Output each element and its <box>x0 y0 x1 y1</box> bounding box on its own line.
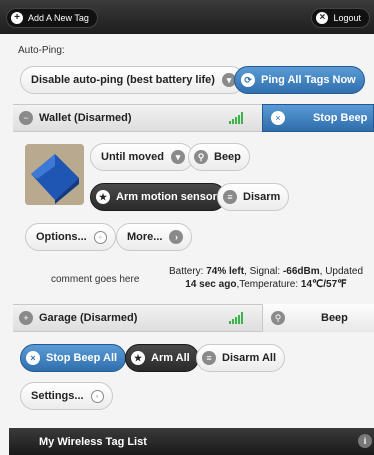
disarm-icon: ≡ <box>202 351 216 365</box>
close-icon: × <box>26 351 40 365</box>
footer-title: My Wireless Tag List <box>39 435 147 448</box>
temperature-prefix: ,Temperature: <box>236 279 301 290</box>
logout-button[interactable]: × Logout <box>311 8 370 28</box>
battery-prefix: Battery: <box>168 266 207 277</box>
tag-row-garage[interactable]: + Garage (Disarmed) ⚲ Beep <box>13 304 374 332</box>
close-icon: × <box>316 12 329 24</box>
more-label: More... <box>127 231 163 243</box>
tag-photo <box>25 144 84 205</box>
arm-motion-sensor-label: Arm motion sensor <box>116 191 217 203</box>
beep-button[interactable]: ⚲ Beep <box>188 143 250 171</box>
logout-label: Logout <box>333 13 361 23</box>
garage-beep-label: Beep <box>321 312 348 324</box>
temperature-value: 14℃/57℉ <box>300 279 347 290</box>
star-icon: ★ <box>131 351 145 365</box>
tag-comment: comment goes here <box>51 274 140 285</box>
refresh-icon: ⟳ <box>241 73 255 87</box>
beep-label: Beep <box>214 151 241 163</box>
ping-all-tags-label: Ping All Tags Now <box>261 74 356 86</box>
tag-name-garage: Garage (Disarmed) <box>39 312 138 324</box>
until-moved-label: Until moved <box>101 151 164 163</box>
disarm-icon: ≡ <box>223 190 237 204</box>
signal-strength-icon <box>229 312 243 324</box>
top-toolbar: + Add A New Tag × Logout <box>0 0 374 34</box>
stop-beep-label: Stop Beep <box>313 112 368 124</box>
arm-all-button[interactable]: ★ Arm All <box>125 344 199 372</box>
updated-prefix: , Updated <box>319 266 364 277</box>
garage-beep-button[interactable]: ⚲ Beep <box>262 304 374 332</box>
tag-name-wallet: Wallet (Disarmed) <box>39 112 132 124</box>
until-moved-select[interactable]: Until moved ▾ <box>90 143 194 171</box>
footer-bar: My Wireless Tag List i <box>9 428 374 455</box>
settings-button[interactable]: Settings... ◦ <box>20 382 113 410</box>
signal-prefix: , Signal: <box>244 266 283 277</box>
minus-circle-icon[interactable]: − <box>19 111 33 125</box>
signal-strength-icon <box>229 112 243 124</box>
chevron-right-icon: › <box>169 230 184 244</box>
autoping-label: Auto-Ping: <box>18 45 65 56</box>
plus-icon: + <box>11 12 23 24</box>
disarm-all-button[interactable]: ≡ Disarm All <box>196 344 286 372</box>
arm-all-label: Arm All <box>151 352 190 364</box>
search-icon: ⚲ <box>271 311 285 325</box>
options-label: Options... <box>36 231 87 243</box>
disarm-button[interactable]: ≡ Disarm <box>217 183 290 211</box>
ping-all-tags-button[interactable]: ⟳ Ping All Tags Now <box>234 66 365 94</box>
add-new-tag-label: Add A New Tag <box>28 13 89 23</box>
tag-status-text: Battery: 74% left, Signal: -66dBm, Updat… <box>166 265 366 291</box>
disable-autoping-select[interactable]: Disable auto-ping (best battery life) ▾ <box>20 66 245 94</box>
star-icon: ★ <box>96 190 110 204</box>
stop-beep-all-label: Stop Beep All <box>46 352 118 364</box>
tag-row-wallet[interactable]: − Wallet (Disarmed) × Stop Beep <box>13 104 374 132</box>
battery-value: 74% left <box>206 266 245 277</box>
disarm-label: Disarm <box>243 191 281 203</box>
settings-label: Settings... <box>31 390 84 402</box>
updated-value: 14 sec ago <box>185 279 237 290</box>
info-icon[interactable]: i <box>358 434 372 448</box>
stop-beep-all-button[interactable]: × Stop Beep All <box>20 344 127 372</box>
arm-motion-sensor-button[interactable]: ★ Arm motion sensor <box>90 183 226 211</box>
disarm-all-label: Disarm All <box>222 352 277 364</box>
add-new-tag-button[interactable]: + Add A New Tag <box>6 8 98 28</box>
close-icon: × <box>271 111 285 125</box>
gear-icon: ◦ <box>93 230 107 244</box>
options-button[interactable]: Options... ◦ <box>25 223 116 251</box>
signal-value: -66dBm <box>282 266 320 277</box>
expand-icon[interactable]: + <box>19 311 33 325</box>
chevron-down-icon: ▾ <box>170 150 185 164</box>
more-button[interactable]: More... › <box>116 223 193 251</box>
search-icon: ⚲ <box>194 150 208 164</box>
stop-beep-button[interactable]: × Stop Beep <box>262 104 374 132</box>
gear-icon: ◦ <box>90 389 104 403</box>
disable-autoping-label: Disable auto-ping (best battery life) <box>31 74 215 86</box>
